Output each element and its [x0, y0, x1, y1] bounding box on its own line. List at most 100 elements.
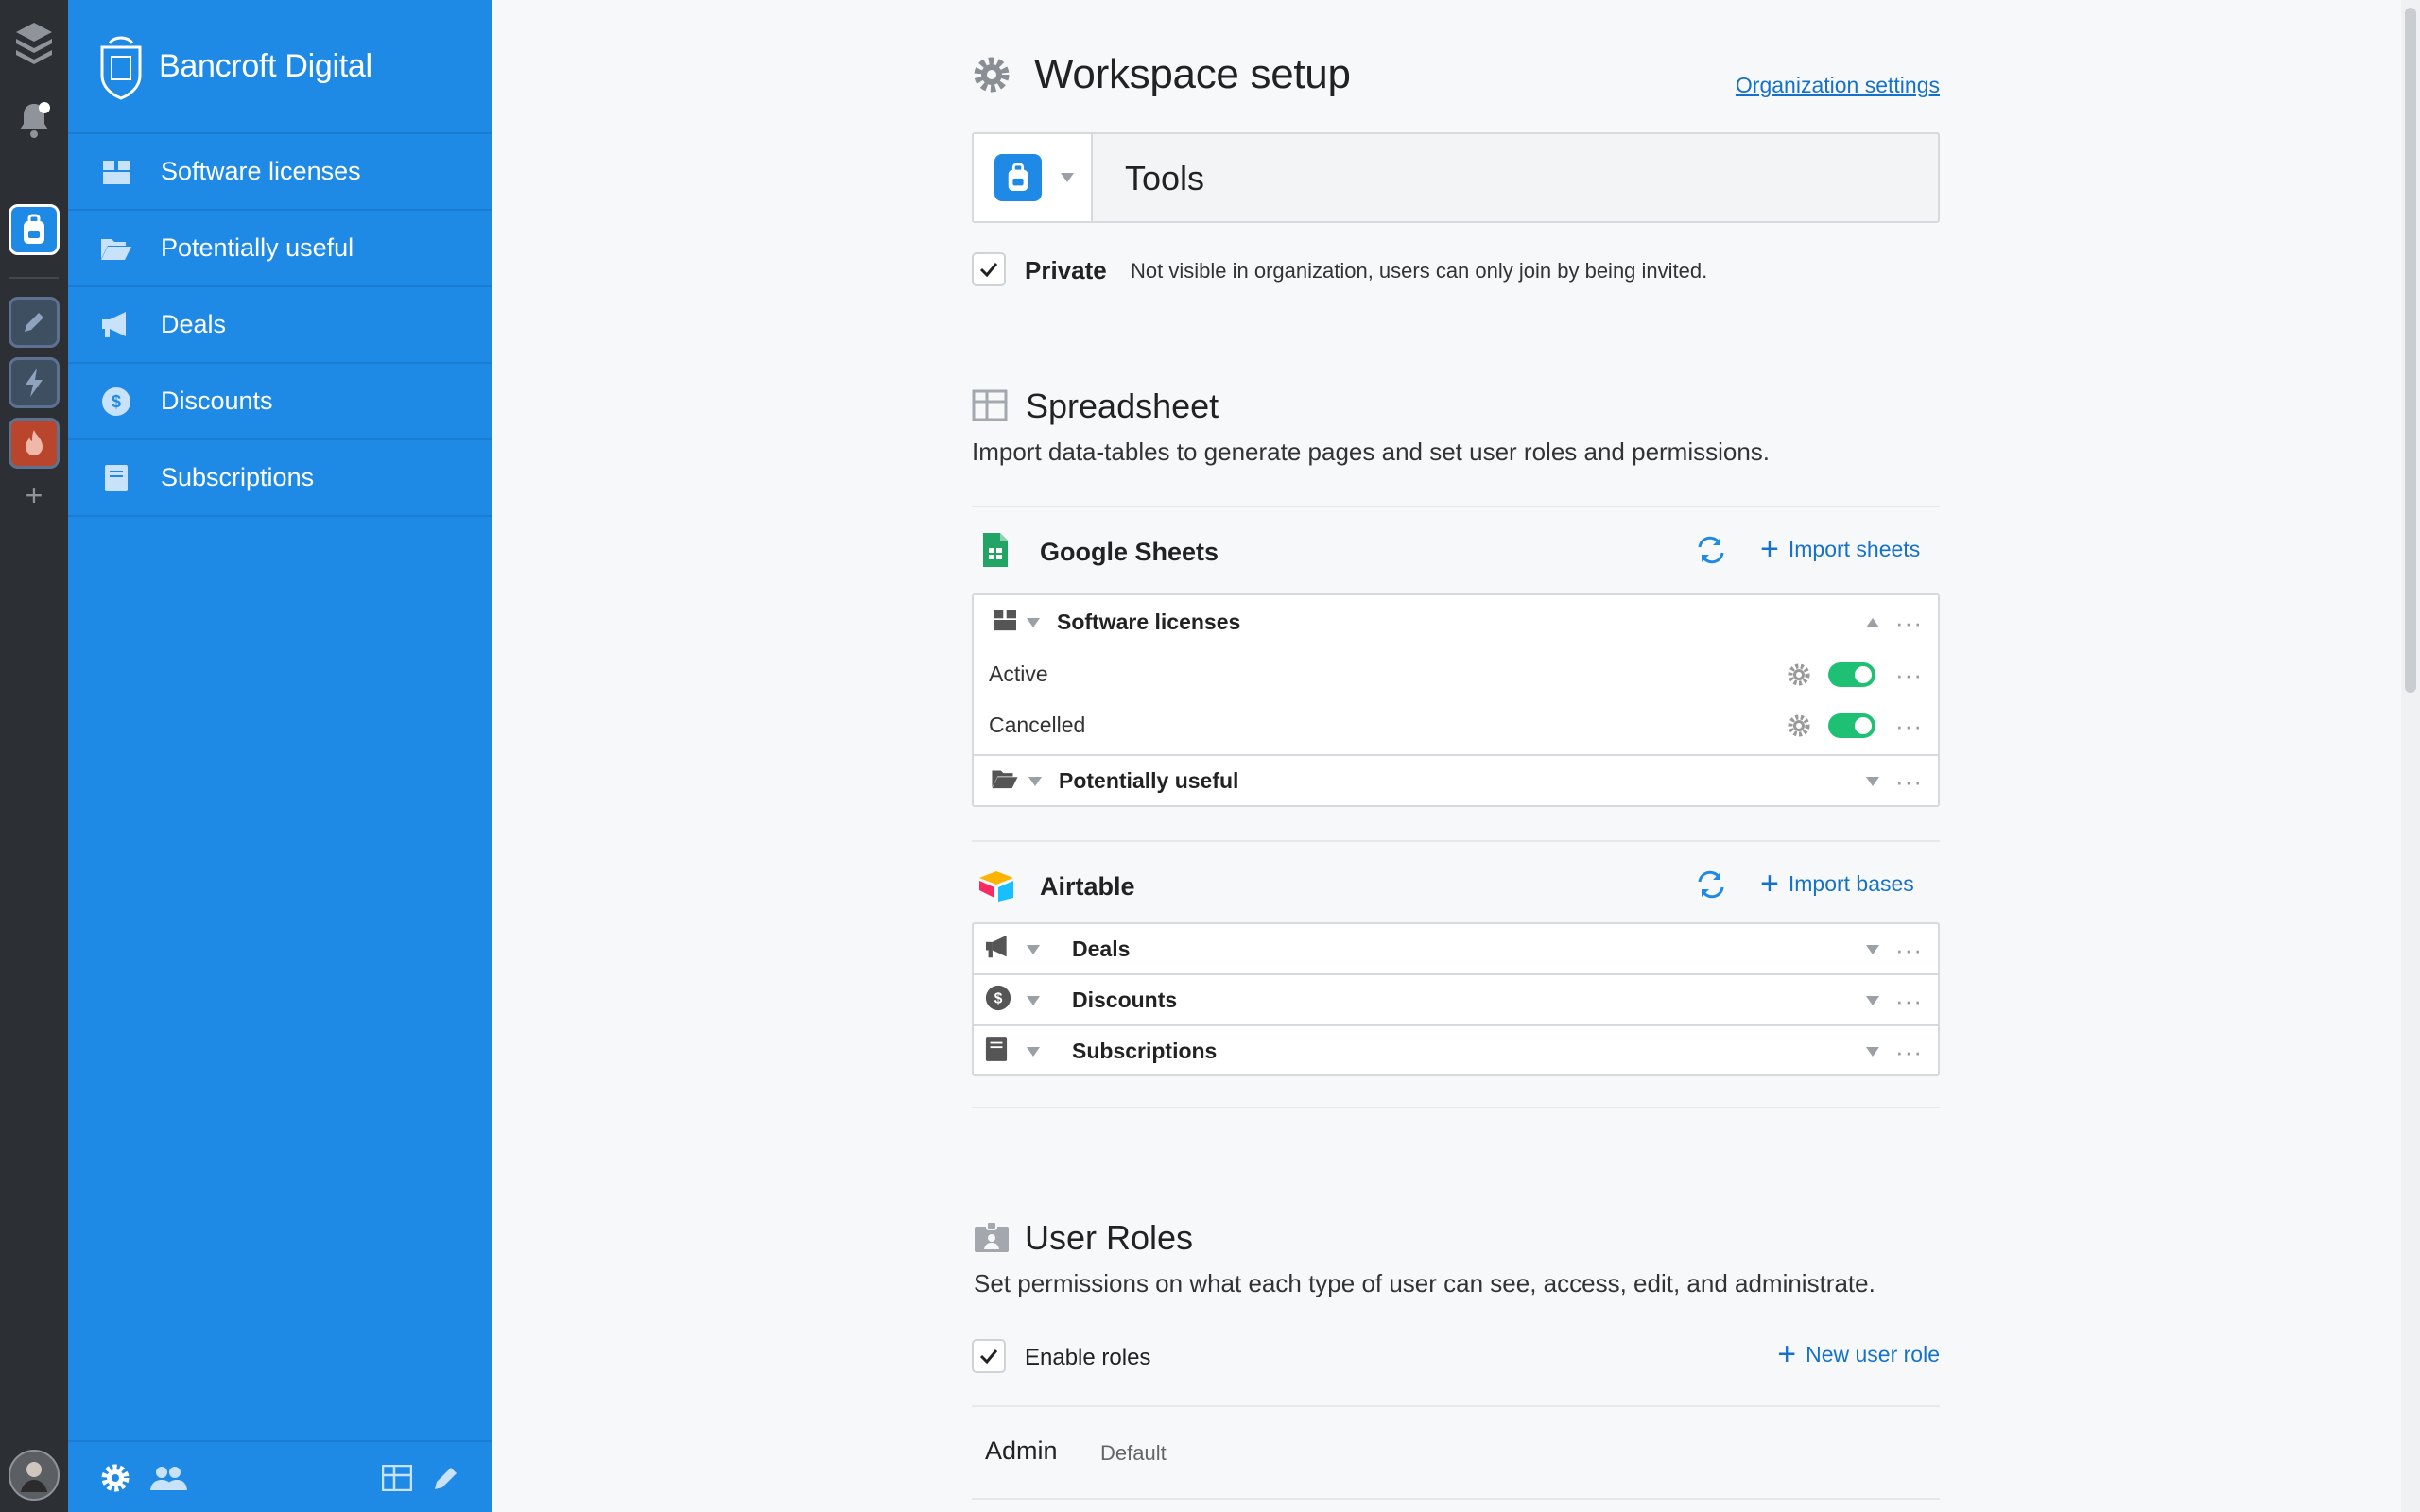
google-sheets-title: Google Sheets: [1040, 538, 1219, 566]
plus-icon: +: [1760, 866, 1779, 902]
more-options-icon[interactable]: ···: [1895, 1040, 1923, 1064]
add-workspace-icon[interactable]: +: [0, 478, 68, 513]
section-divider: [972, 1405, 1940, 1407]
view-name: Cancelled: [989, 713, 1086, 737]
import-bases-button[interactable]: + Import bases: [1760, 868, 1914, 900]
google-sheets-icon: [981, 531, 1010, 574]
fire-icon: [26, 430, 43, 455]
chevron-down-icon[interactable]: [1027, 617, 1040, 627]
grid-icon[interactable]: [380, 1461, 414, 1495]
folder-open-icon: [991, 768, 1019, 794]
enable-roles-checkbox[interactable]: [972, 1339, 1006, 1373]
private-checkbox[interactable]: [972, 252, 1006, 286]
section-divider: [972, 1107, 1940, 1108]
chevron-down-icon[interactable]: [1028, 776, 1042, 786]
gear-icon[interactable]: [1787, 662, 1811, 692]
view-row-cancelled[interactable]: Cancelled ···: [974, 700, 1938, 750]
table-row-discounts[interactable]: $ Discounts ···: [974, 975, 1938, 1025]
sidebar-item-deals[interactable]: Deals: [68, 287, 492, 364]
pencil-icon: [25, 313, 43, 332]
sync-icon[interactable]: [1696, 536, 1726, 569]
table-row-software-licenses[interactable]: Software licenses ···: [974, 597, 1938, 647]
rail-divider: [9, 277, 59, 279]
user-avatar-icon: [21, 1462, 47, 1492]
organization-settings-link[interactable]: Organization settings: [1736, 73, 1940, 98]
dollar-badge-icon: $: [985, 985, 1011, 1016]
workspace-pencil-button[interactable]: [9, 297, 60, 348]
airtable-title: Airtable: [1040, 872, 1135, 901]
airtable-table-list: Deals ··· $ Discounts ··· Subscriptions …: [972, 922, 1940, 1076]
brand-name: Bancroft Digital: [159, 47, 372, 84]
google-sheets-table-list: Software licenses ··· Active ··· Cancell…: [972, 593, 1940, 807]
table-name: Subscriptions: [1072, 1039, 1218, 1063]
table-name: Deals: [1072, 936, 1131, 961]
dollar-badge-icon: $: [100, 386, 132, 418]
more-options-icon[interactable]: ···: [1895, 610, 1923, 635]
checkmark-icon: [979, 263, 998, 277]
sidebar: Bancroft Digital Software licenses Poten…: [68, 0, 492, 1512]
enable-roles-label: Enable roles: [1025, 1345, 1151, 1370]
users-icon[interactable]: [147, 1461, 189, 1495]
sidebar-item-label: Subscriptions: [161, 463, 315, 491]
chevron-down-icon[interactable]: [1866, 995, 1879, 1005]
sidebar-item-discounts[interactable]: $ Discounts: [68, 364, 492, 440]
stack-logo-icon[interactable]: [0, 21, 68, 64]
workspace-name-field: Tools: [972, 132, 1940, 223]
chevron-down-icon[interactable]: [1866, 944, 1879, 954]
workspace-bolt-button[interactable]: [9, 357, 60, 408]
active-toggle[interactable]: [1828, 662, 1876, 687]
workspace-name-input[interactable]: Tools: [1125, 159, 1204, 198]
table-row-potentially-useful[interactable]: Potentially useful ···: [974, 756, 1938, 806]
section-divider: [972, 1498, 1940, 1500]
import-bases-label: Import bases: [1788, 870, 1914, 896]
more-options-icon[interactable]: ···: [1895, 937, 1923, 962]
role-default-badge: Default: [1100, 1441, 1167, 1465]
backpack-icon: [994, 154, 1042, 201]
table-grid-icon: [972, 389, 1008, 426]
role-name[interactable]: Admin: [985, 1436, 1058, 1466]
gear-icon[interactable]: [98, 1461, 132, 1495]
cancelled-toggle[interactable]: [1828, 713, 1876, 738]
view-row-active[interactable]: Active ···: [974, 649, 1938, 699]
table-name: Software licenses: [1057, 610, 1241, 634]
new-user-role-button[interactable]: + New user role: [1777, 1338, 1940, 1370]
sidebar-item-potentially-useful[interactable]: Potentially useful: [68, 211, 492, 287]
megaphone-icon: [985, 935, 1011, 964]
more-options-icon[interactable]: ···: [1895, 662, 1923, 687]
scrollbar-thumb[interactable]: [2405, 8, 2416, 693]
scrollbar[interactable]: [2401, 0, 2420, 1512]
import-sheets-button[interactable]: + Import sheets: [1760, 533, 1920, 565]
avatar[interactable]: [9, 1450, 60, 1501]
sync-icon[interactable]: [1696, 870, 1726, 903]
main-content: Workspace setup Organization settings To…: [972, 0, 1940, 1512]
workspace-fire-button[interactable]: [9, 418, 60, 469]
chevron-up-icon[interactable]: [1866, 617, 1879, 627]
table-row-deals[interactable]: Deals ···: [974, 924, 1938, 974]
user-roles-heading: User Roles: [1025, 1218, 1194, 1257]
chevron-down-icon[interactable]: [1027, 1046, 1040, 1057]
plus-icon: +: [1760, 531, 1779, 567]
pencil-icon[interactable]: [429, 1461, 463, 1495]
sidebar-item-software-licenses[interactable]: Software licenses: [68, 134, 492, 211]
more-options-icon[interactable]: ···: [1895, 713, 1923, 738]
chevron-down-icon[interactable]: [1027, 995, 1040, 1005]
workspace-tools-button[interactable]: [9, 204, 60, 255]
airtable-icon: [977, 869, 1015, 906]
spreadsheet-heading: Spreadsheet: [1026, 387, 1219, 425]
gear-icon[interactable]: [1787, 713, 1811, 743]
notification-bell-icon[interactable]: [0, 98, 68, 140]
checkmark-icon: [979, 1349, 998, 1364]
more-options-icon[interactable]: ···: [1895, 988, 1923, 1013]
sidebar-item-subscriptions[interactable]: Subscriptions: [68, 440, 492, 517]
chevron-down-icon[interactable]: [1866, 776, 1879, 786]
workspace-icon-picker[interactable]: [974, 134, 1093, 221]
table-name: Potentially useful: [1059, 768, 1239, 793]
chevron-down-icon[interactable]: [1866, 1046, 1879, 1057]
book-icon: [985, 1036, 1011, 1067]
new-user-role-label: New user role: [1806, 1341, 1940, 1366]
table-row-subscriptions[interactable]: Subscriptions ···: [974, 1026, 1938, 1076]
chevron-down-icon[interactable]: [1027, 944, 1040, 954]
brand-header[interactable]: Bancroft Digital: [68, 0, 492, 134]
backpack-icon: [24, 214, 44, 244]
more-options-icon[interactable]: ···: [1895, 769, 1923, 794]
